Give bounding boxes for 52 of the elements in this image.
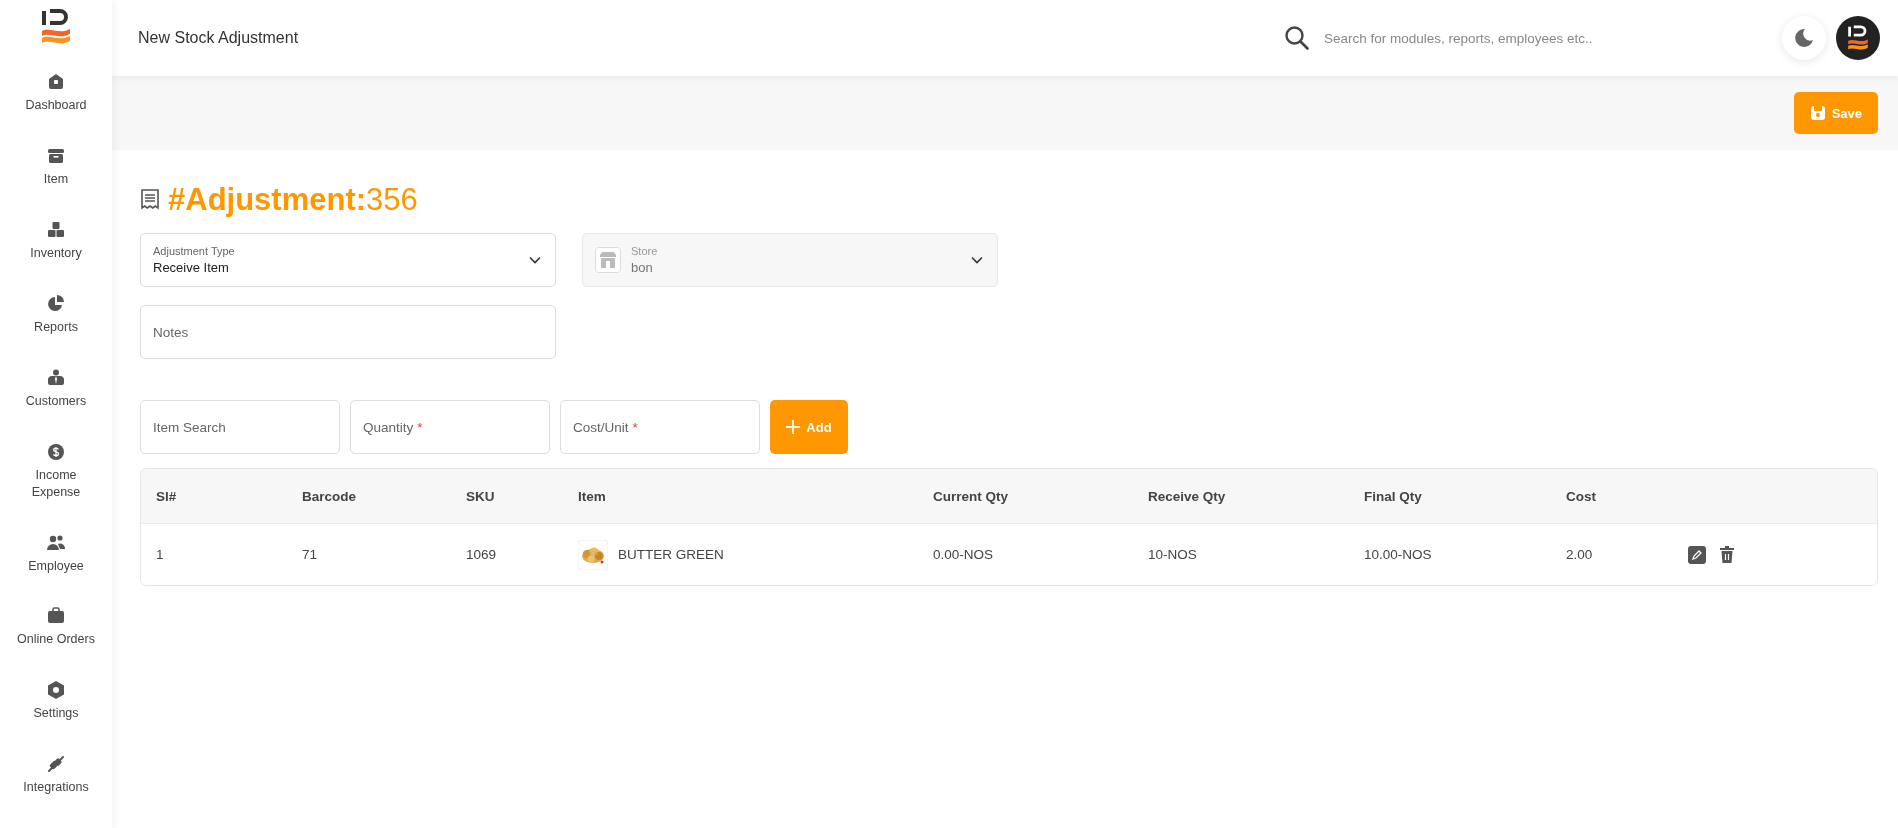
- employee-icon: [46, 532, 66, 553]
- column-header: Item: [578, 488, 607, 504]
- table-cell-text: 10.00-NOS: [1364, 547, 1433, 562]
- table-cell-text: 1069: [466, 547, 498, 562]
- table-cell-text: 10-NOS: [1148, 547, 1198, 562]
- table-cell-text: 2.00: [1566, 547, 1594, 562]
- sidebar-item[interactable]: Item: [4, 146, 108, 221]
- theme-toggle-button[interactable]: [1782, 16, 1826, 60]
- receipt-icon: [140, 189, 160, 211]
- column-header: Cost: [1566, 488, 1597, 504]
- customers-icon: [46, 367, 66, 388]
- search-icon: [1284, 25, 1310, 51]
- sidebar-item[interactable]: Customers: [4, 367, 108, 442]
- sidebar-item[interactable]: Reports: [4, 294, 108, 368]
- sidebar-item[interactable]: Online Orders: [4, 606, 108, 681]
- column-header: SKU: [466, 488, 496, 504]
- input-field[interactable]: Item Search: [140, 400, 340, 454]
- table-cell-text: 0.00-NOS: [933, 547, 995, 562]
- input-field[interactable]: Cost/Unit *: [560, 400, 760, 454]
- income-icon: [46, 441, 66, 462]
- table-cell: BUTTER GREEN: [618, 547, 724, 562]
- sidebar-item[interactable]: Income Expense: [4, 441, 108, 533]
- notes-field[interactable]: Notes: [140, 305, 556, 359]
- plus-icon: [786, 420, 801, 434]
- trash-icon: [1720, 546, 1734, 563]
- avatar[interactable]: [1836, 16, 1880, 60]
- integrations-icon: [46, 754, 66, 775]
- column-header: Barcode: [302, 488, 358, 504]
- sidebar-item[interactable]: Settings: [4, 680, 108, 755]
- sidebar-item[interactable]: Dashboard: [4, 72, 108, 147]
- sidebar-item[interactable]: Integrations: [4, 754, 108, 828]
- sidebar-item[interactable]: Employee: [4, 532, 108, 607]
- sidebar-item[interactable]: Inventory: [4, 220, 108, 294]
- input-field[interactable]: Quantity *: [350, 400, 550, 454]
- pencil-icon: [1688, 545, 1706, 564]
- page-title: New Stock Adjustment: [138, 29, 300, 47]
- column-header: Final Qty: [1364, 488, 1423, 504]
- adjustment-heading: #Adjustment:356: [168, 182, 418, 218]
- table-cell-text: 1: [156, 547, 165, 562]
- store-icon: [595, 247, 621, 273]
- chevron-down-icon: [529, 256, 541, 264]
- column-header: Receive Qty: [1148, 488, 1227, 504]
- edit-button[interactable]: [1688, 545, 1706, 564]
- column-header: Sl#: [156, 488, 178, 504]
- adjustment-type-select[interactable]: Adjustment Type Receive Item: [140, 233, 556, 287]
- reports-icon: [46, 294, 66, 314]
- settings-icon: [46, 680, 66, 701]
- delete-button[interactable]: [1720, 546, 1734, 563]
- chevron-down-icon: [971, 256, 983, 264]
- table-cell-text: 71: [302, 547, 319, 562]
- moon-icon: [1794, 28, 1814, 48]
- column-header: Current Qty: [933, 488, 1009, 504]
